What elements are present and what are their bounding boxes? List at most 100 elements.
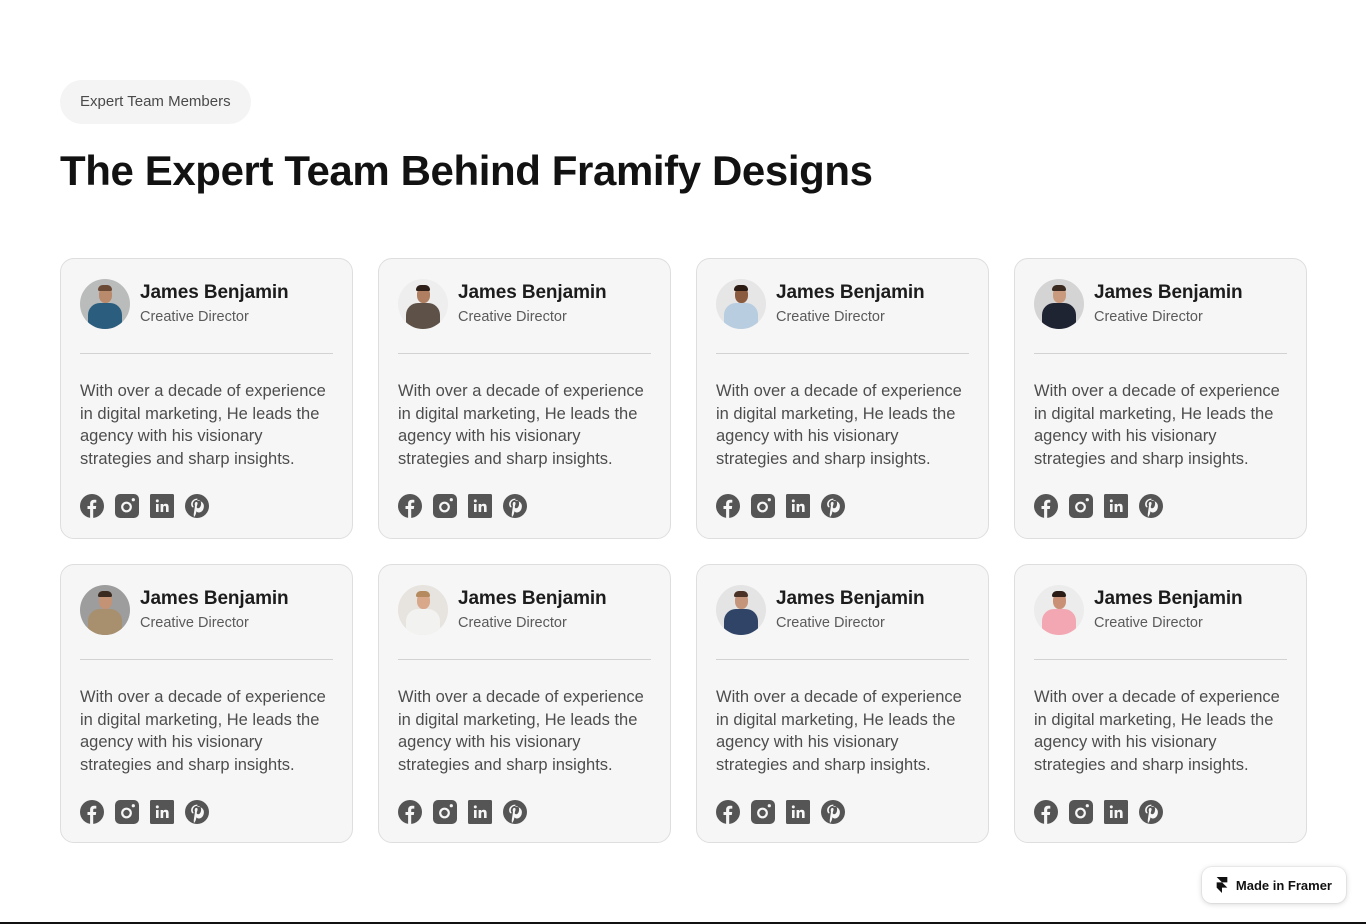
avatar-hair (98, 591, 112, 597)
pinterest-link[interactable] (1139, 494, 1163, 518)
member-identity: James Benjamin Creative Director (458, 282, 607, 326)
member-bio: With over a decade of experience in digi… (716, 688, 962, 774)
instagram-icon (433, 494, 457, 518)
pinterest-link[interactable] (185, 800, 209, 824)
linkedin-link[interactable] (786, 494, 810, 518)
member-role: Creative Director (140, 309, 249, 325)
pinterest-link[interactable] (821, 494, 845, 518)
facebook-icon (398, 800, 422, 824)
pinterest-link[interactable] (503, 800, 527, 824)
facebook-link[interactable] (716, 494, 740, 518)
card-divider (1034, 353, 1287, 354)
pinterest-icon (503, 800, 527, 824)
instagram-link[interactable] (433, 800, 457, 824)
avatar-hair (734, 285, 748, 291)
facebook-link[interactable] (716, 800, 740, 824)
social-links (716, 800, 969, 824)
member-identity: James Benjamin Creative Director (1094, 282, 1243, 326)
avatar (80, 279, 130, 329)
avatar-shirt (1042, 303, 1076, 329)
member-identity: James Benjamin Creative Director (776, 588, 925, 632)
instagram-icon (751, 494, 775, 518)
social-links (398, 800, 651, 824)
facebook-link[interactable] (1034, 494, 1058, 518)
card-divider (1034, 659, 1287, 660)
member-identity: James Benjamin Creative Director (140, 588, 289, 632)
card-header: James Benjamin Creative Director (1034, 584, 1287, 636)
pinterest-icon (821, 494, 845, 518)
team-card: James Benjamin Creative Director With ov… (1014, 258, 1307, 539)
instagram-link[interactable] (751, 494, 775, 518)
avatar-hair (1052, 591, 1066, 597)
avatar (398, 585, 448, 635)
instagram-icon (751, 800, 775, 824)
team-card: James Benjamin Creative Director With ov… (60, 258, 353, 539)
member-name: James Benjamin (776, 588, 925, 609)
pinterest-link[interactable] (1139, 800, 1163, 824)
social-links (80, 494, 333, 518)
linkedin-link[interactable] (468, 800, 492, 824)
facebook-icon (80, 800, 104, 824)
facebook-link[interactable] (398, 800, 422, 824)
instagram-link[interactable] (751, 800, 775, 824)
avatar (1034, 279, 1084, 329)
pinterest-icon (185, 494, 209, 518)
member-bio: With over a decade of experience in digi… (1034, 382, 1280, 468)
member-name: James Benjamin (458, 282, 607, 303)
facebook-link[interactable] (1034, 800, 1058, 824)
member-bio: With over a decade of experience in digi… (398, 382, 644, 468)
section-eyebrow-tag: Expert Team Members (60, 80, 251, 124)
member-role: Creative Director (458, 615, 567, 631)
card-divider (398, 353, 651, 354)
pinterest-icon (185, 800, 209, 824)
member-role: Creative Director (776, 309, 885, 325)
instagram-link[interactable] (433, 494, 457, 518)
linkedin-link[interactable] (786, 800, 810, 824)
member-identity: James Benjamin Creative Director (458, 588, 607, 632)
framer-logo-icon (1216, 877, 1228, 893)
team-card: James Benjamin Creative Director With ov… (696, 258, 989, 539)
member-name: James Benjamin (1094, 588, 1243, 609)
facebook-link[interactable] (80, 494, 104, 518)
team-grid: James Benjamin Creative Director With ov… (60, 258, 1307, 843)
card-header: James Benjamin Creative Director (1034, 278, 1287, 330)
linkedin-link[interactable] (150, 494, 174, 518)
member-bio: With over a decade of experience in digi… (398, 688, 644, 774)
pinterest-icon (1139, 494, 1163, 518)
social-links (1034, 800, 1287, 824)
facebook-link[interactable] (80, 800, 104, 824)
instagram-icon (433, 800, 457, 824)
linkedin-icon (786, 800, 810, 824)
avatar (1034, 585, 1084, 635)
linkedin-icon (786, 494, 810, 518)
linkedin-link[interactable] (1104, 494, 1128, 518)
linkedin-link[interactable] (150, 800, 174, 824)
avatar-hair (416, 591, 430, 597)
made-in-framer-badge[interactable]: Made in Framer (1201, 867, 1346, 903)
member-bio: With over a decade of experience in digi… (80, 382, 326, 468)
instagram-link[interactable] (115, 800, 139, 824)
instagram-icon (1069, 800, 1093, 824)
facebook-icon (1034, 800, 1058, 824)
linkedin-icon (150, 800, 174, 824)
pinterest-link[interactable] (503, 494, 527, 518)
instagram-link[interactable] (1069, 494, 1093, 518)
instagram-link[interactable] (1069, 800, 1093, 824)
card-divider (716, 353, 969, 354)
member-identity: James Benjamin Creative Director (140, 282, 289, 326)
member-role: Creative Director (1094, 615, 1203, 631)
team-card: James Benjamin Creative Director With ov… (60, 564, 353, 843)
linkedin-link[interactable] (1104, 800, 1128, 824)
pinterest-link[interactable] (185, 494, 209, 518)
card-header: James Benjamin Creative Director (398, 278, 651, 330)
social-links (80, 800, 333, 824)
facebook-icon (716, 494, 740, 518)
card-header: James Benjamin Creative Director (716, 278, 969, 330)
linkedin-icon (150, 494, 174, 518)
card-header: James Benjamin Creative Director (398, 584, 651, 636)
instagram-link[interactable] (115, 494, 139, 518)
team-card: James Benjamin Creative Director With ov… (1014, 564, 1307, 843)
linkedin-link[interactable] (468, 494, 492, 518)
pinterest-link[interactable] (821, 800, 845, 824)
facebook-link[interactable] (398, 494, 422, 518)
